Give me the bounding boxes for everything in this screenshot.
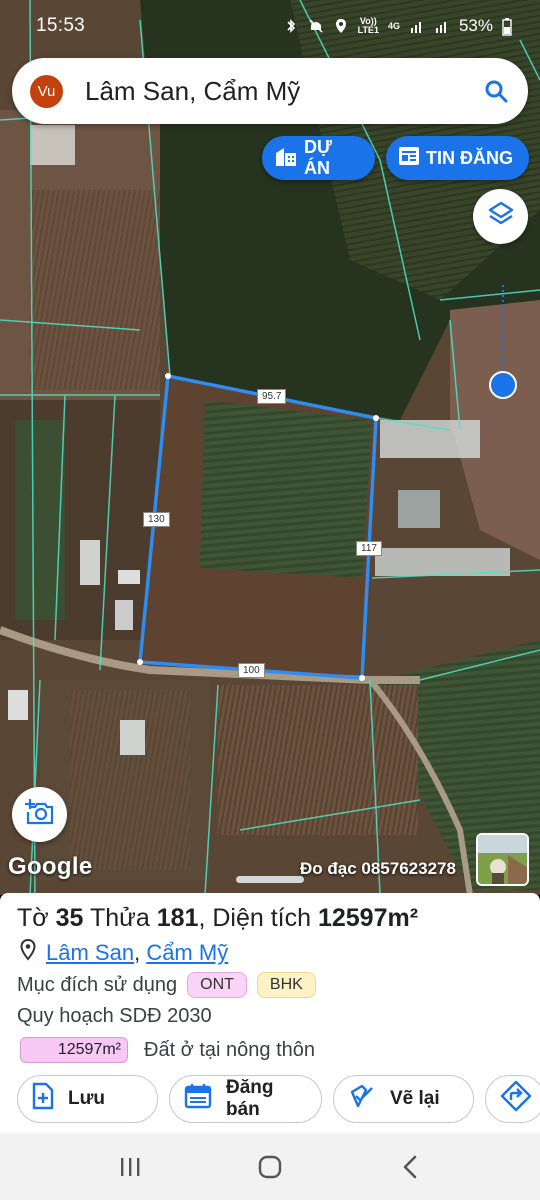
map-view[interactable]: 95.7 130 117 100 15:53 Vo)) LTE1 4G 53% … [0, 0, 540, 895]
status-time: 15:53 [36, 15, 86, 36]
plan-label: Quy hoạch SDĐ 2030 [17, 1005, 212, 1027]
battery-icon [502, 18, 518, 36]
plan-area-description: Đất ở tại nông thôn [144, 1038, 316, 1061]
camera-button[interactable] [12, 787, 67, 842]
signal-icon [409, 18, 425, 34]
status-bar: 15:53 Vo)) LTE1 4G 53% [0, 0, 540, 52]
edge-label-right: 117 [356, 541, 382, 556]
land-purpose: Mục đích sử dụng ONT BHK [17, 972, 316, 998]
location-icon [333, 18, 349, 34]
edge-label-bottom: 100 [238, 663, 265, 678]
back-icon[interactable] [390, 1147, 430, 1187]
google-logo: Google [8, 853, 93, 880]
sheet-number: 35 [55, 904, 84, 932]
bluetooth-icon [283, 18, 299, 34]
action-row: Lưu Đăng bán Vẽ lại [17, 1075, 540, 1123]
current-location-dot [489, 371, 517, 399]
save-button[interactable]: Lưu [17, 1075, 158, 1123]
redraw-button[interactable]: Vẽ lại [333, 1075, 474, 1123]
listing-icon [398, 146, 420, 171]
draw-icon [348, 1082, 376, 1116]
volte-icon: Vo)) LTE1 [357, 16, 379, 35]
search-icon[interactable] [480, 75, 512, 107]
search-query[interactable]: Lâm San, Cẩm Mỹ [85, 76, 480, 107]
parcel-title: Tờ 35 Thửa 181, Diện tích 12597m² [17, 904, 419, 932]
calendar-icon [184, 1083, 212, 1115]
add-photo-icon [24, 798, 55, 831]
layers-button[interactable] [473, 189, 528, 244]
building-icon [274, 145, 298, 172]
survey-contact[interactable]: Đo đạc 0857623278 [300, 859, 456, 879]
save-label: Lưu [68, 1088, 105, 1109]
projects-label: DỰ ÁN [304, 137, 332, 178]
listings-label: TIN ĐĂNG [426, 147, 513, 168]
data-4g-icon: 4G [387, 20, 400, 31]
edge-label-top: 95.7 [257, 389, 287, 404]
projects-button[interactable]: DỰ ÁN [262, 136, 375, 180]
parcel-info-sheet: Tờ 35 Thửa 181, Diện tích 12597m² Lâm Sa… [0, 893, 540, 1133]
signal-2-icon [434, 18, 450, 34]
battery-percent: 53% [458, 16, 493, 35]
plan-area-row: 12597m² Đất ở tại nông thôn [20, 1037, 315, 1063]
plan-area-badge: 12597m² [20, 1037, 128, 1063]
district-link[interactable]: Cẩm Mỹ [146, 940, 228, 965]
commune-link[interactable]: Lâm San [46, 940, 134, 965]
search-bar[interactable]: Vu Lâm San, Cẩm Mỹ [12, 58, 528, 124]
edge-label-left: 130 [143, 512, 170, 527]
purpose-tag-ont[interactable]: ONT [187, 972, 247, 998]
street-view-thumbnail[interactable] [476, 833, 529, 886]
home-icon[interactable] [250, 1147, 290, 1187]
purpose-tag-bhk[interactable]: BHK [256, 972, 316, 998]
directions-icon [500, 1080, 532, 1118]
sheet-drag-handle[interactable] [236, 876, 304, 883]
directions-button[interactable] [485, 1075, 540, 1123]
parcel-area: 12597m² [317, 904, 419, 932]
listings-button[interactable]: TIN ĐĂNG [386, 136, 529, 180]
purpose-label: Mục đích sử dụng [17, 973, 178, 996]
parcel-location: Lâm San, Cẩm Mỹ [20, 938, 228, 967]
satellite-imagery [0, 0, 540, 895]
location-pin-icon [20, 938, 36, 967]
system-navigation-bar [0, 1133, 540, 1200]
layers-icon [487, 200, 515, 233]
post-for-sale-button[interactable]: Đăng bán [169, 1075, 322, 1123]
mute-icon [308, 18, 324, 34]
post-for-sale-label: Đăng bán [226, 1077, 274, 1120]
avatar[interactable]: Vu [30, 74, 63, 108]
add-file-icon [32, 1082, 54, 1116]
redraw-label: Vẽ lại [390, 1088, 440, 1109]
recent-apps-icon[interactable] [110, 1147, 150, 1187]
plot-number: 181 [156, 904, 199, 932]
